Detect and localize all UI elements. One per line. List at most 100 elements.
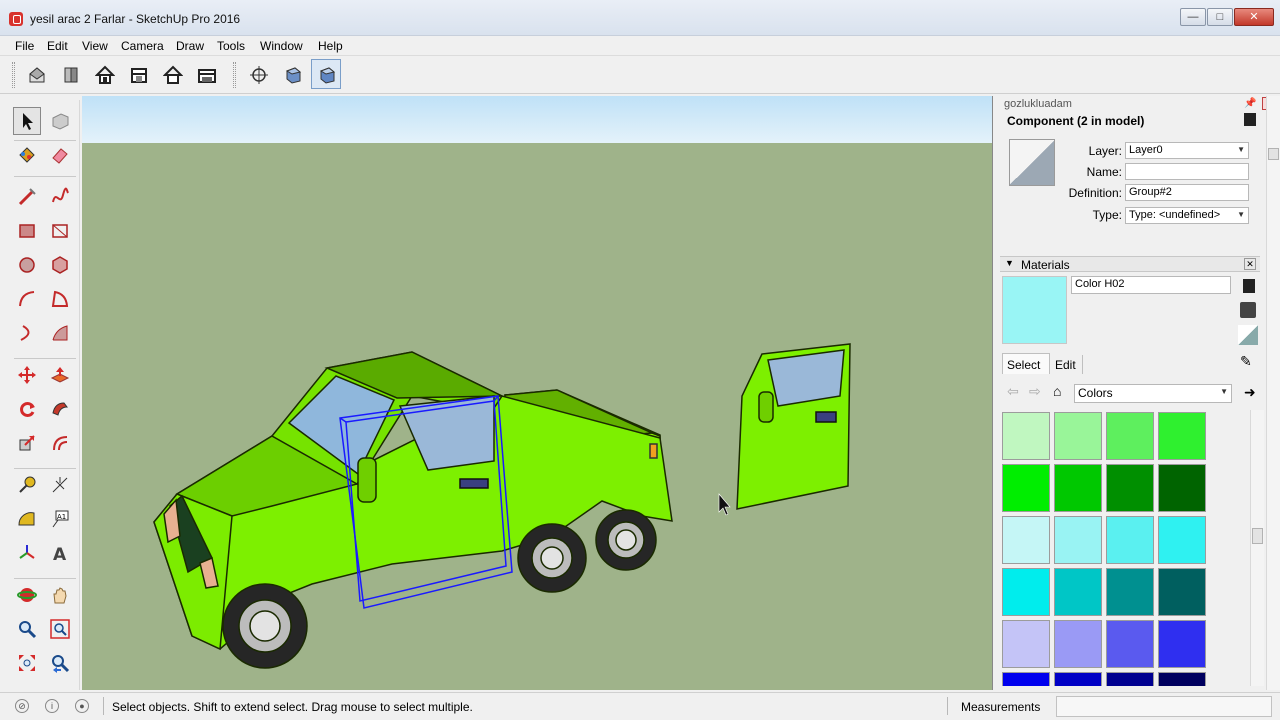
material-swatch[interactable]: [1002, 672, 1050, 686]
materials-header[interactable]: ▼ Materials ✕: [1000, 256, 1260, 272]
protractor-tool[interactable]: [13, 505, 41, 533]
offset-tool[interactable]: [46, 429, 74, 457]
menu-edit[interactable]: Edit: [47, 39, 68, 53]
material-swatch[interactable]: [1158, 516, 1206, 564]
pin-icon[interactable]: 📌: [1244, 98, 1256, 109]
detached-door-model[interactable]: [736, 343, 851, 510]
material-swatch[interactable]: [1054, 620, 1102, 668]
layer-dropdown[interactable]: Layer0: [1125, 142, 1249, 159]
tab-edit[interactable]: Edit: [1051, 355, 1083, 374]
material-swatch[interactable]: [1002, 412, 1050, 460]
paint-bucket-sample-icon[interactable]: [1240, 302, 1256, 318]
menu-draw[interactable]: Draw: [176, 39, 204, 53]
minimize-button[interactable]: —: [1180, 8, 1206, 26]
geolocation-icon[interactable]: ⊘: [15, 699, 29, 713]
pan-tool[interactable]: [46, 581, 74, 609]
circle-tool[interactable]: [13, 251, 41, 279]
model-viewport[interactable]: [82, 96, 993, 690]
menu-camera[interactable]: Camera: [121, 39, 164, 53]
menu-view[interactable]: View: [82, 39, 108, 53]
axes-tool[interactable]: [13, 539, 41, 567]
current-material-preview[interactable]: [1002, 276, 1067, 344]
home-view-button[interactable]: [89, 59, 119, 89]
eraser-tool[interactable]: [46, 141, 74, 169]
select-tool[interactable]: [13, 107, 41, 135]
offset-arc-tool[interactable]: [46, 319, 74, 347]
eyedropper-icon[interactable]: ✎: [1240, 353, 1252, 370]
material-swatch[interactable]: [1054, 516, 1102, 564]
push-pull-tool[interactable]: [46, 361, 74, 389]
collapse-triangle-icon[interactable]: ▼: [1005, 258, 1014, 268]
right-view-button[interactable]: [123, 59, 153, 89]
tray-scrollbar[interactable]: [1266, 96, 1280, 690]
default-material-icon[interactable]: [1238, 325, 1258, 345]
material-swatch[interactable]: [1002, 568, 1050, 616]
measurements-input[interactable]: [1056, 696, 1272, 717]
position-camera-button[interactable]: [243, 59, 273, 89]
orbit-tool[interactable]: [13, 581, 41, 609]
orbit-view-button[interactable]: [311, 59, 341, 89]
close-button[interactable]: ✕: [1234, 8, 1274, 26]
text-tool[interactable]: A1: [46, 505, 74, 533]
paint-bucket-tool[interactable]: [13, 141, 41, 169]
material-swatch[interactable]: [1106, 516, 1154, 564]
pie-tool[interactable]: [46, 285, 74, 313]
menu-file[interactable]: File: [15, 39, 34, 53]
create-material-icon[interactable]: [1243, 279, 1255, 293]
section-plane-button[interactable]: [277, 59, 307, 89]
dimension-tool[interactable]: [46, 471, 74, 499]
materials-close-icon[interactable]: ✕: [1244, 258, 1256, 270]
forward-arrow-icon[interactable]: ⇨: [1029, 383, 1041, 400]
toolbar-grip-2[interactable]: [233, 62, 236, 88]
material-swatch[interactable]: [1158, 620, 1206, 668]
back-arrow-icon[interactable]: ⇦: [1007, 383, 1019, 400]
home-materials-icon[interactable]: ⌂: [1053, 383, 1061, 399]
details-icon[interactable]: [1244, 113, 1256, 126]
arc-tool[interactable]: [13, 285, 41, 313]
tray-scroll-thumb[interactable]: [1268, 148, 1279, 160]
zoom-extents-tool[interactable]: [13, 649, 41, 677]
follow-me-tool[interactable]: [46, 395, 74, 423]
type-dropdown[interactable]: Type: <undefined>: [1125, 207, 1249, 224]
material-swatch[interactable]: [1158, 672, 1206, 686]
menu-window[interactable]: Window: [260, 39, 303, 53]
material-name-field[interactable]: Color H02: [1071, 276, 1231, 294]
material-swatch[interactable]: [1106, 568, 1154, 616]
back-view-button[interactable]: [157, 59, 187, 89]
material-swatch[interactable]: [1106, 672, 1154, 686]
move-tool[interactable]: [13, 361, 41, 389]
toolbar-grip[interactable]: [12, 62, 15, 88]
material-swatch[interactable]: [1158, 412, 1206, 460]
swatch-scrollbar[interactable]: [1250, 410, 1264, 686]
material-swatch[interactable]: [1106, 412, 1154, 460]
details-arrow-icon[interactable]: ➜: [1244, 384, 1256, 401]
component-tool[interactable]: [46, 107, 74, 135]
material-swatch[interactable]: [1106, 620, 1154, 668]
zoom-tool[interactable]: [13, 615, 41, 643]
previous-view-tool[interactable]: [46, 649, 74, 677]
rotated-rectangle-tool[interactable]: [46, 217, 74, 245]
front-view-button[interactable]: [55, 59, 85, 89]
polygon-tool[interactable]: [46, 251, 74, 279]
definition-field[interactable]: Group#2: [1125, 184, 1249, 201]
pickup-truck-model[interactable]: [153, 351, 673, 669]
iso-view-button[interactable]: [21, 59, 51, 89]
material-swatch[interactable]: [1002, 464, 1050, 512]
material-swatch[interactable]: [1002, 516, 1050, 564]
top-view-button[interactable]: [191, 59, 221, 89]
material-swatch[interactable]: [1054, 672, 1102, 686]
name-field[interactable]: [1125, 163, 1249, 180]
swatch-scroll-thumb[interactable]: [1252, 528, 1263, 544]
user-account-icon[interactable]: ●: [75, 699, 89, 713]
material-swatch[interactable]: [1054, 464, 1102, 512]
rectangle-tool[interactable]: [13, 217, 41, 245]
material-swatch[interactable]: [1158, 568, 1206, 616]
maximize-button[interactable]: □: [1207, 8, 1233, 26]
credits-icon[interactable]: i: [45, 699, 59, 713]
scale-tool[interactable]: [13, 429, 41, 457]
menu-help[interactable]: Help: [318, 39, 343, 53]
material-swatch[interactable]: [1158, 464, 1206, 512]
tape-measure-tool[interactable]: [13, 471, 41, 499]
material-swatch[interactable]: [1106, 464, 1154, 512]
material-swatch[interactable]: [1054, 568, 1102, 616]
